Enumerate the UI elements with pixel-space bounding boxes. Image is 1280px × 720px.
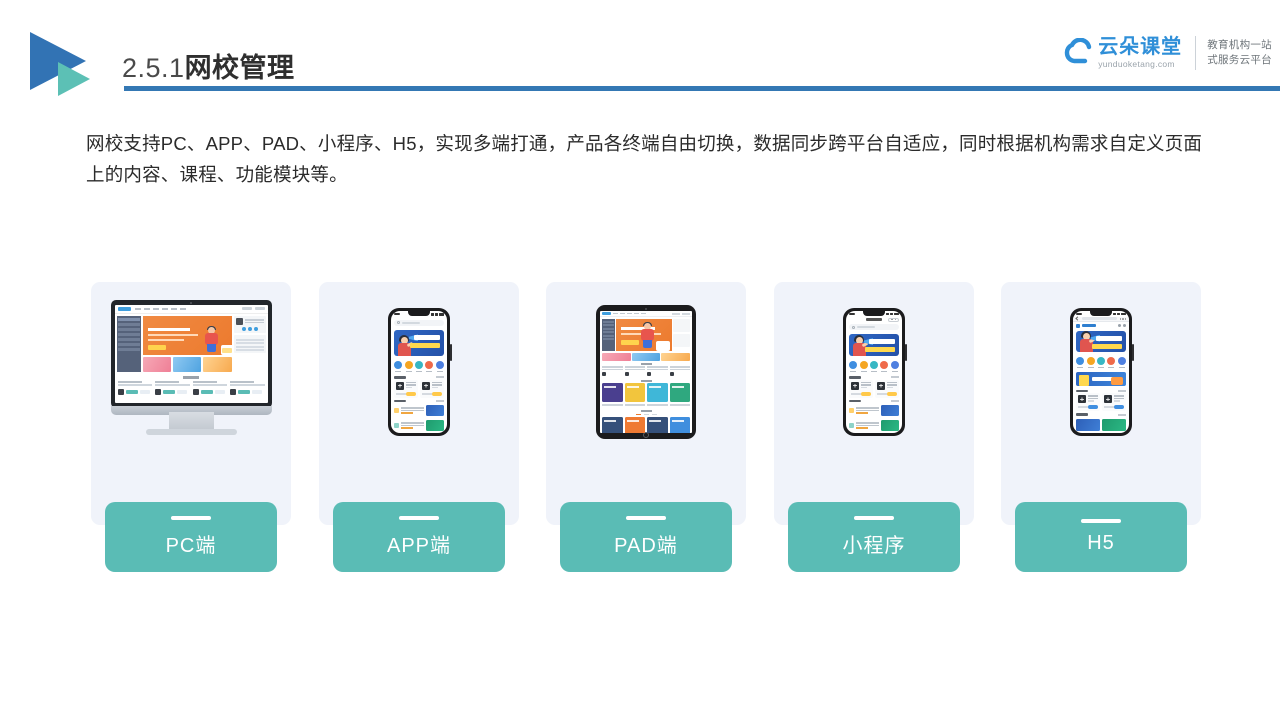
label-dash — [171, 516, 211, 520]
double-play-triangle-logo — [28, 28, 104, 98]
brand-name-en: yunduoketang.com — [1098, 58, 1175, 69]
phone-icon — [774, 282, 974, 462]
platform-label-text: PC端 — [165, 535, 217, 557]
phone-icon — [1001, 282, 1201, 462]
platform-cards: PC端 APP端 PAD端 小程序 H5 — [91, 282, 1201, 574]
cloud-icon — [1063, 37, 1097, 70]
brand-tagline-line1: 教育机构一站 — [1207, 39, 1272, 51]
page-header: 2.5.1网校管理 云朵课堂 yunduoketang.com 教育机构一站 式… — [0, 0, 1280, 98]
phone-icon — [319, 282, 519, 462]
section-number: 2.5.1 — [122, 53, 185, 83]
platform-card-h5[interactable] — [1001, 282, 1201, 525]
brand-logo-block: 云朵课堂 yunduoketang.com 教育机构一站 式服务云平台 — [1063, 36, 1272, 70]
brand-logo: 云朵课堂 yunduoketang.com — [1063, 35, 1183, 70]
brand-divider — [1195, 36, 1197, 70]
platform-card-pc[interactable] — [91, 282, 291, 525]
platform-label-pad[interactable]: PAD端 — [560, 502, 732, 572]
label-dash — [626, 516, 666, 520]
platform-label-text: PAD端 — [614, 535, 678, 557]
platform-card-app[interactable] — [319, 282, 519, 525]
page-title: 2.5.1网校管理 — [122, 46, 295, 85]
brand-tagline-line2: 式服务云平台 — [1207, 54, 1272, 66]
brand-tagline: 教育机构一站 式服务云平台 — [1207, 38, 1272, 68]
section-title: 网校管理 — [184, 53, 295, 83]
tablet-icon — [546, 282, 746, 462]
platform-label-miniprogram[interactable]: 小程序 — [788, 502, 960, 572]
brand-words: 云朵课堂 yunduoketang.com — [1098, 35, 1183, 70]
platform-label-app[interactable]: APP端 — [333, 502, 505, 572]
title-underline-rule — [124, 86, 1280, 91]
body-paragraph: 网校支持PC、APP、PAD、小程序、H5，实现多端打通，产品各终端自由切换，数… — [86, 133, 1203, 185]
platform-card-pad[interactable] — [546, 282, 746, 525]
platform-label-text: 小程序 — [842, 535, 906, 557]
label-dash — [1081, 519, 1121, 523]
label-dash — [399, 516, 439, 520]
platform-label-h5[interactable]: H5 — [1015, 502, 1187, 572]
platform-label-pc[interactable]: PC端 — [105, 502, 277, 572]
label-dash — [854, 516, 894, 520]
monitor-icon — [91, 282, 291, 462]
platform-label-text: H5 — [1087, 532, 1115, 554]
platform-label-text: APP端 — [386, 535, 452, 557]
platform-card-miniprogram[interactable] — [774, 282, 974, 525]
brand-name-cn: 云朵课堂 — [1098, 35, 1183, 58]
